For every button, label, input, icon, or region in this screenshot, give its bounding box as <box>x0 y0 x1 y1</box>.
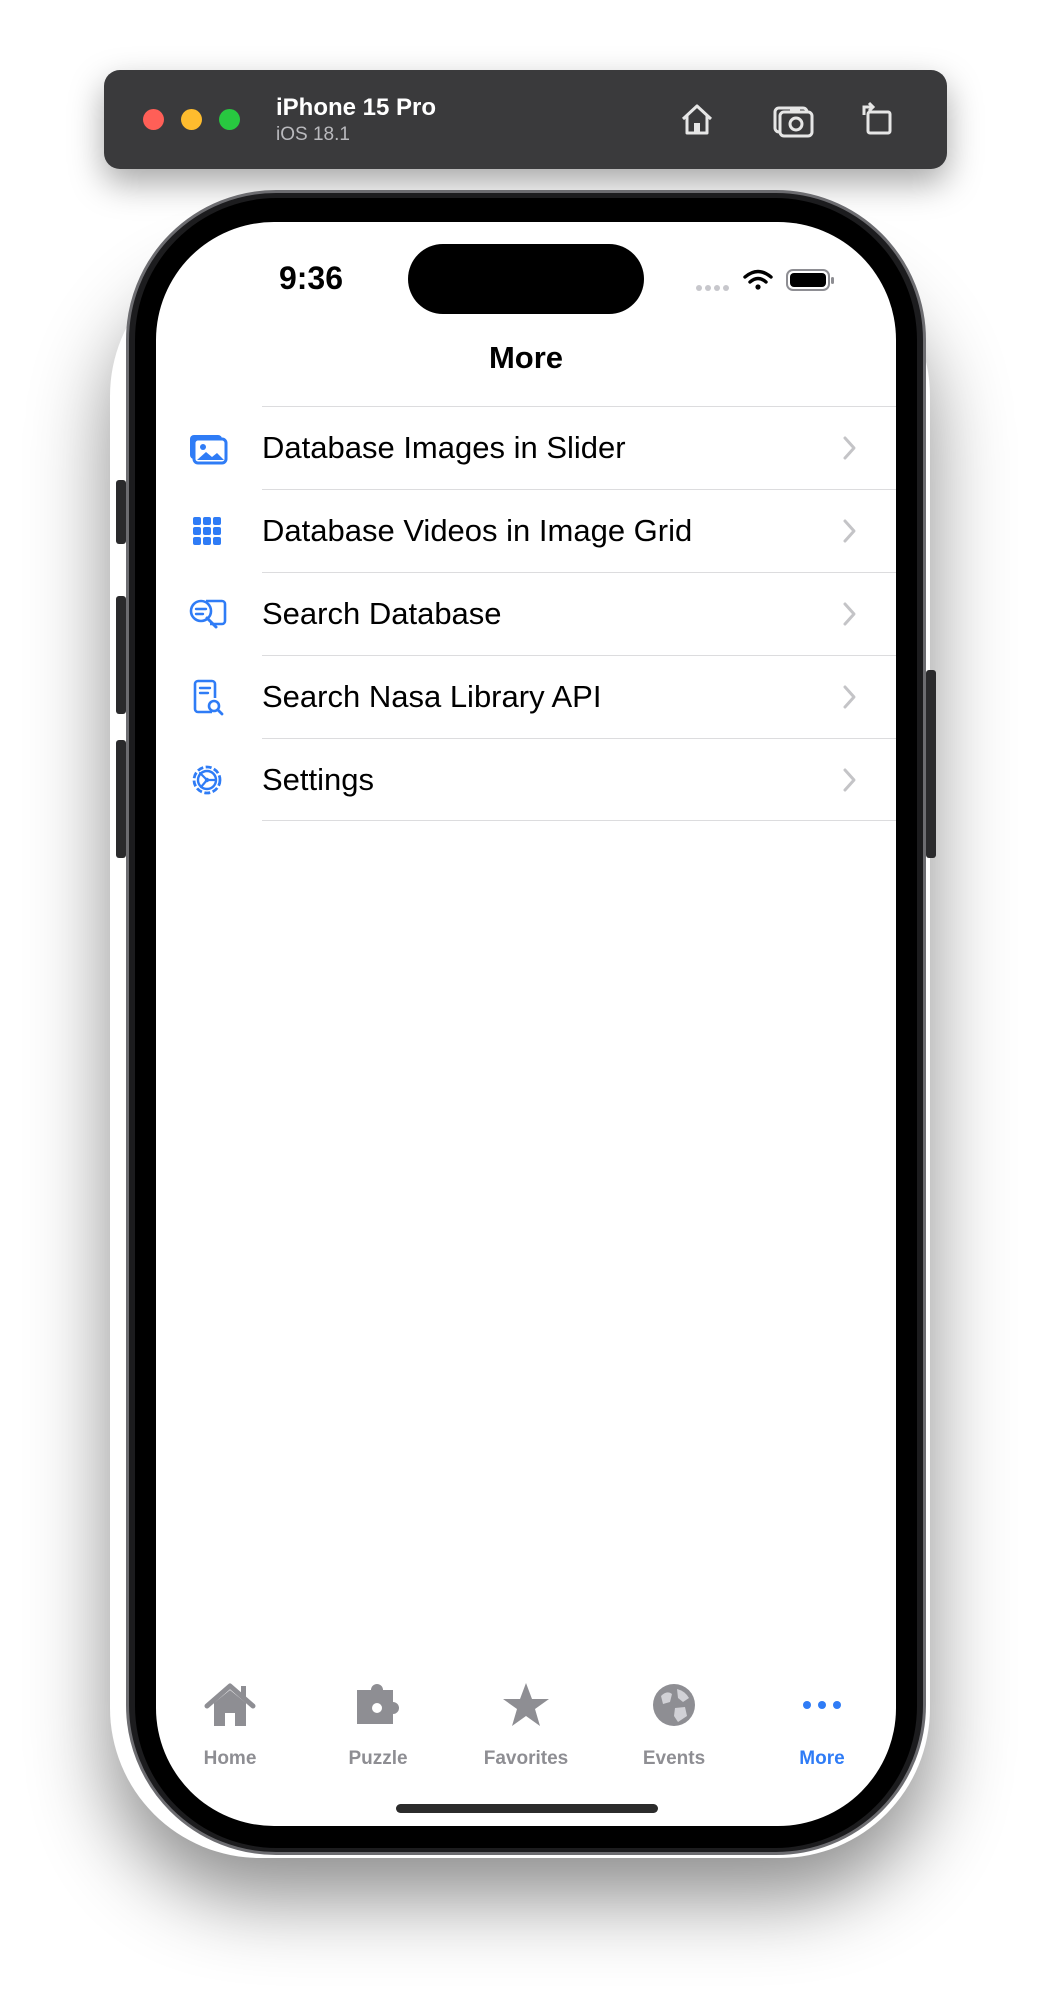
tab-label: Events <box>642 1748 706 1769</box>
power-button[interactable] <box>926 670 936 858</box>
close-window-button[interactable] <box>143 109 164 130</box>
row-separator <box>262 489 896 490</box>
tab-events[interactable]: Events <box>600 1672 748 1772</box>
minimize-window-button[interactable] <box>181 109 202 130</box>
row-separator <box>262 820 896 821</box>
row-separator <box>262 738 896 739</box>
wifi-icon <box>743 269 773 290</box>
screenshot-icon <box>773 106 814 138</box>
tab-bar: Home Puzzle Favorites Events More <box>156 1672 896 1772</box>
menu-item-label: Database Images in Slider <box>262 430 626 465</box>
tab-puzzle[interactable]: Puzzle <box>304 1672 452 1772</box>
house-icon <box>204 1683 256 1726</box>
tab-home[interactable]: Home <box>156 1672 304 1772</box>
chevron-right-icon <box>843 768 856 792</box>
rotate-icon <box>862 101 892 135</box>
status-icons <box>690 266 840 296</box>
row-separator <box>262 655 896 656</box>
ellipsis-icon <box>803 1701 841 1709</box>
home-icon <box>681 104 713 135</box>
menu-item-search-database[interactable]: Search Database <box>156 572 896 655</box>
menu-item-database-images-slider[interactable]: Database Images in Slider <box>156 406 896 489</box>
battery-icon <box>786 269 834 291</box>
photos-icon <box>190 435 228 465</box>
home-button[interactable] <box>675 97 719 141</box>
star-icon <box>503 1683 549 1726</box>
tab-label: Puzzle <box>348 1748 408 1769</box>
status-time: 9:36 <box>278 260 344 296</box>
phone-screen: 9:36 More Database Images in Slider Data… <box>156 222 896 1826</box>
row-separator <box>262 572 896 573</box>
chevron-right-icon <box>843 685 856 709</box>
tab-more[interactable]: More <box>748 1672 896 1772</box>
screenshot-button[interactable] <box>771 97 815 141</box>
menu-item-settings[interactable]: Settings <box>156 738 896 821</box>
menu-item-label: Search Nasa Library API <box>262 679 602 714</box>
chevron-right-icon <box>843 602 856 626</box>
os-version: iOS 18.1 <box>276 124 350 145</box>
menu-item-label: Database Videos in Image Grid <box>262 513 693 548</box>
signal-icon <box>696 285 729 291</box>
action-button[interactable] <box>116 480 126 544</box>
page-title: More <box>488 340 564 375</box>
chevron-right-icon <box>843 519 856 543</box>
row-separator <box>262 406 896 407</box>
rotate-button[interactable] <box>854 97 898 141</box>
globe-icon <box>653 1684 695 1726</box>
home-indicator[interactable] <box>396 1804 658 1813</box>
more-menu-list: Database Images in Slider Database Video… <box>156 406 896 821</box>
device-name: iPhone 15 Pro <box>276 94 437 121</box>
tab-label: More <box>799 1748 845 1769</box>
menu-item-label: Settings <box>262 762 375 797</box>
volume-up-button[interactable] <box>116 596 126 714</box>
menu-item-label: Search Database <box>262 596 502 631</box>
tab-label: Favorites <box>483 1748 569 1769</box>
simulator-title-bar: iPhone 15 Pro iOS 18.1 <box>104 70 947 169</box>
chevron-right-icon <box>843 436 856 460</box>
settings-gear-icon <box>192 765 222 795</box>
volume-down-button[interactable] <box>116 740 126 858</box>
dynamic-island <box>408 244 644 314</box>
search-bubble-icon <box>189 599 227 629</box>
puzzle-icon <box>357 1684 399 1724</box>
menu-item-search-nasa-library[interactable]: Search Nasa Library API <box>156 655 896 738</box>
tab-label: Home <box>203 1748 257 1769</box>
menu-item-database-videos-grid[interactable]: Database Videos in Image Grid <box>156 489 896 572</box>
grid-icon <box>193 517 221 545</box>
tab-favorites[interactable]: Favorites <box>452 1672 600 1772</box>
doc-search-icon <box>193 679 224 716</box>
zoom-window-button[interactable] <box>219 109 240 130</box>
